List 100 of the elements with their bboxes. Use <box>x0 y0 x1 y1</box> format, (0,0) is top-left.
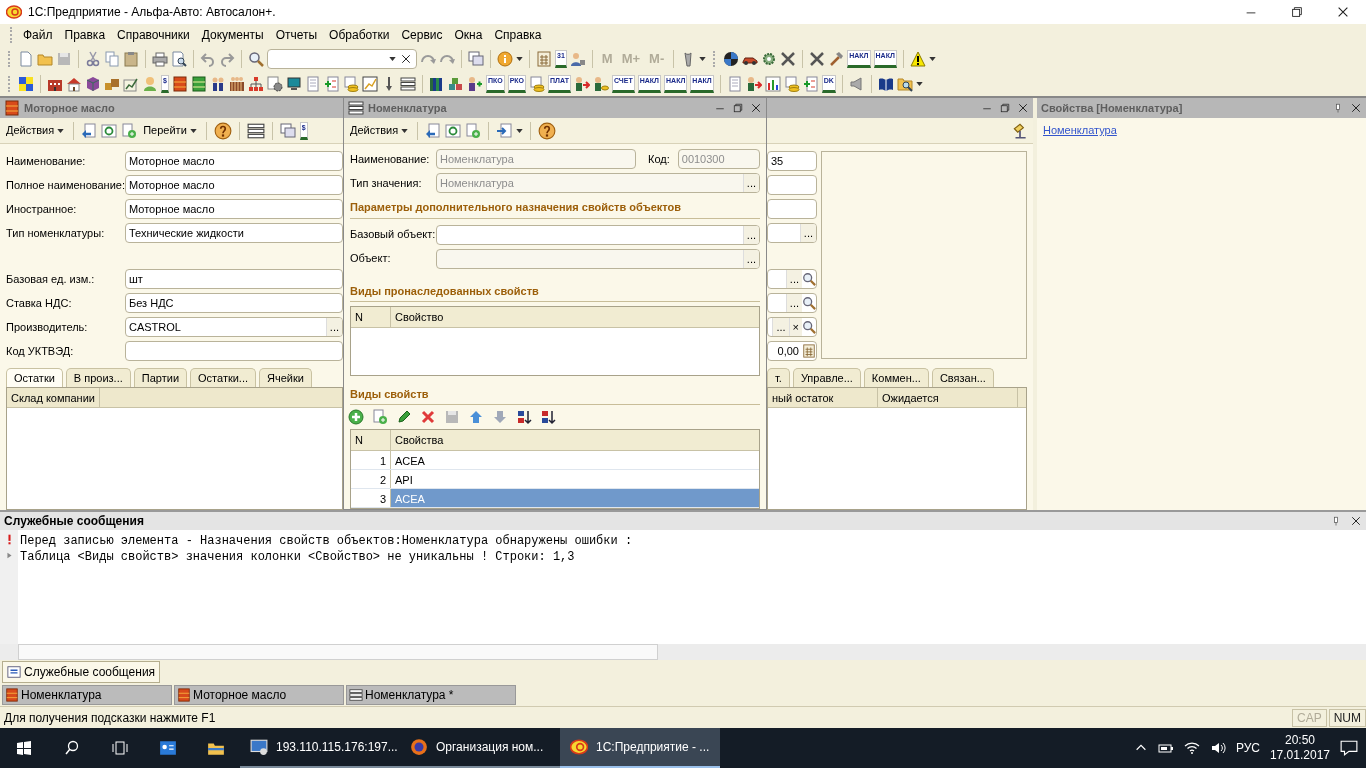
refresh-icon[interactable] <box>445 122 462 139</box>
books-icon[interactable] <box>428 75 445 92</box>
text-field[interactable]: ... <box>767 269 817 289</box>
tab[interactable]: Служебные сообщения <box>2 661 161 683</box>
restore-icon[interactable] <box>1290 5 1304 19</box>
restore-icon[interactable] <box>732 102 744 114</box>
tab[interactable]: Связан... <box>931 368 994 387</box>
refresh-icon[interactable] <box>101 122 118 139</box>
caret-icon[interactable] <box>516 128 524 133</box>
restore-icon[interactable] <box>999 102 1011 114</box>
help-icon[interactable] <box>538 121 557 140</box>
text-field[interactable]: ... <box>767 223 817 243</box>
windows-icon[interactable] <box>279 122 296 139</box>
caret-icon[interactable] <box>699 56 707 61</box>
person-coins-icon[interactable] <box>593 75 609 92</box>
close-icon[interactable] <box>1350 102 1362 114</box>
text-field[interactable]: 35 <box>767 151 817 171</box>
text-field[interactable] <box>767 199 817 219</box>
list-icon[interactable] <box>399 75 416 92</box>
bar-chart-icon[interactable] <box>764 75 781 92</box>
text-field[interactable]: ... <box>436 224 760 245</box>
tab[interactable]: В произ... <box>65 368 131 387</box>
tab[interactable]: Управле... <box>792 368 861 387</box>
caret-icon[interactable] <box>915 81 923 86</box>
line-chart-icon[interactable] <box>361 75 378 92</box>
hammer-icon[interactable] <box>828 50 845 67</box>
plus-circle-icon[interactable] <box>348 409 364 425</box>
warning-icon[interactable] <box>909 50 926 67</box>
menu-button[interactable]: Действия <box>348 122 411 139</box>
tab[interactable]: Партии <box>133 368 188 387</box>
lamp-icon[interactable] <box>1011 121 1029 140</box>
close-icon[interactable] <box>1336 5 1350 19</box>
megaphone-icon[interactable] <box>848 75 865 92</box>
globe-icon[interactable] <box>723 50 740 67</box>
link[interactable]: Номенклатура <box>1037 118 1123 143</box>
notification-icon[interactable] <box>1340 739 1358 757</box>
choice-button[interactable]: ... <box>325 318 342 336</box>
choice-button[interactable]: ... <box>742 225 759 244</box>
tab[interactable]: Коммен... <box>863 368 929 387</box>
file-cabinet-icon[interactable] <box>190 75 207 92</box>
cube-icon[interactable] <box>85 75 101 92</box>
sort-icon[interactable] <box>516 409 532 425</box>
menu-item[interactable]: Документы <box>195 26 270 44</box>
sort-icon[interactable] <box>540 409 556 425</box>
menu-button[interactable]: Перейти <box>141 122 199 139</box>
tiles-icon[interactable] <box>18 75 34 92</box>
search-icon[interactable] <box>64 740 80 756</box>
coins-document-icon[interactable] <box>783 75 800 92</box>
menu-item[interactable]: Обработки <box>323 26 396 44</box>
pencil-icon[interactable] <box>396 409 412 425</box>
text-field[interactable]: Моторное масло <box>125 199 343 219</box>
new-document-icon[interactable] <box>121 122 138 139</box>
task-view-icon[interactable] <box>112 740 128 756</box>
wifi-icon[interactable] <box>1183 740 1200 756</box>
scrollbar-thumb[interactable] <box>18 644 658 660</box>
house-icon[interactable] <box>66 75 82 92</box>
language-indicator[interactable]: РУС <box>1235 739 1260 757</box>
help-icon[interactable] <box>213 121 232 140</box>
menu-item[interactable]: Окна <box>448 26 489 44</box>
menu-item[interactable]: Файл <box>17 26 59 44</box>
person-arrow-icon[interactable] <box>745 75 762 92</box>
menu-item[interactable]: Сервис <box>395 26 449 44</box>
tab[interactable]: Остатки... <box>190 368 257 387</box>
windows-logo-icon[interactable] <box>16 740 32 756</box>
person-arrow-icon[interactable] <box>574 75 590 92</box>
monitor-icon[interactable] <box>285 75 302 92</box>
up-arrow-icon[interactable] <box>468 409 484 425</box>
choice-button[interactable]: ... <box>799 224 816 242</box>
close-icon[interactable] <box>1350 515 1362 527</box>
close-icon[interactable] <box>750 102 762 114</box>
window-tab[interactable]: Моторное масло <box>174 685 344 705</box>
volume-icon[interactable] <box>1209 740 1226 756</box>
clear-icon[interactable] <box>400 52 412 65</box>
choice-button[interactable]: ... <box>785 270 802 288</box>
calculator-icon[interactable] <box>802 344 816 358</box>
window-tab[interactable]: Номенклатура * <box>346 685 516 705</box>
scissors-icon[interactable] <box>85 50 101 67</box>
menu-item[interactable]: Справочники <box>111 26 196 44</box>
text-field[interactable]: Моторное масло <box>125 175 343 195</box>
tab[interactable]: т. <box>767 368 790 387</box>
menu-item[interactable]: Правка <box>58 26 112 44</box>
page-magnifier-icon[interactable] <box>171 50 187 67</box>
close-icon[interactable] <box>1017 102 1029 114</box>
search-field[interactable] <box>267 48 417 69</box>
text-field[interactable]: Моторное масло <box>125 151 343 171</box>
tab[interactable]: Остатки <box>6 368 63 387</box>
hierarchy-icon[interactable] <box>247 75 264 92</box>
window-tab[interactable]: Номенклатура <box>2 685 172 705</box>
person-lock-icon[interactable] <box>569 50 586 67</box>
coins-document-icon[interactable] <box>342 75 359 92</box>
choice-button[interactable]: ... <box>772 318 789 336</box>
calculator-icon[interactable] <box>536 50 552 67</box>
windows-icon[interactable] <box>468 50 484 67</box>
list-icon[interactable] <box>246 121 265 140</box>
menu-item[interactable]: Отчеты <box>269 26 324 44</box>
people-group-icon[interactable] <box>228 75 245 92</box>
menu-item[interactable]: Справка <box>488 26 548 44</box>
menu-button[interactable]: Действия <box>4 122 67 139</box>
delete-icon[interactable] <box>420 409 436 425</box>
gear-document-icon[interactable] <box>266 75 283 92</box>
